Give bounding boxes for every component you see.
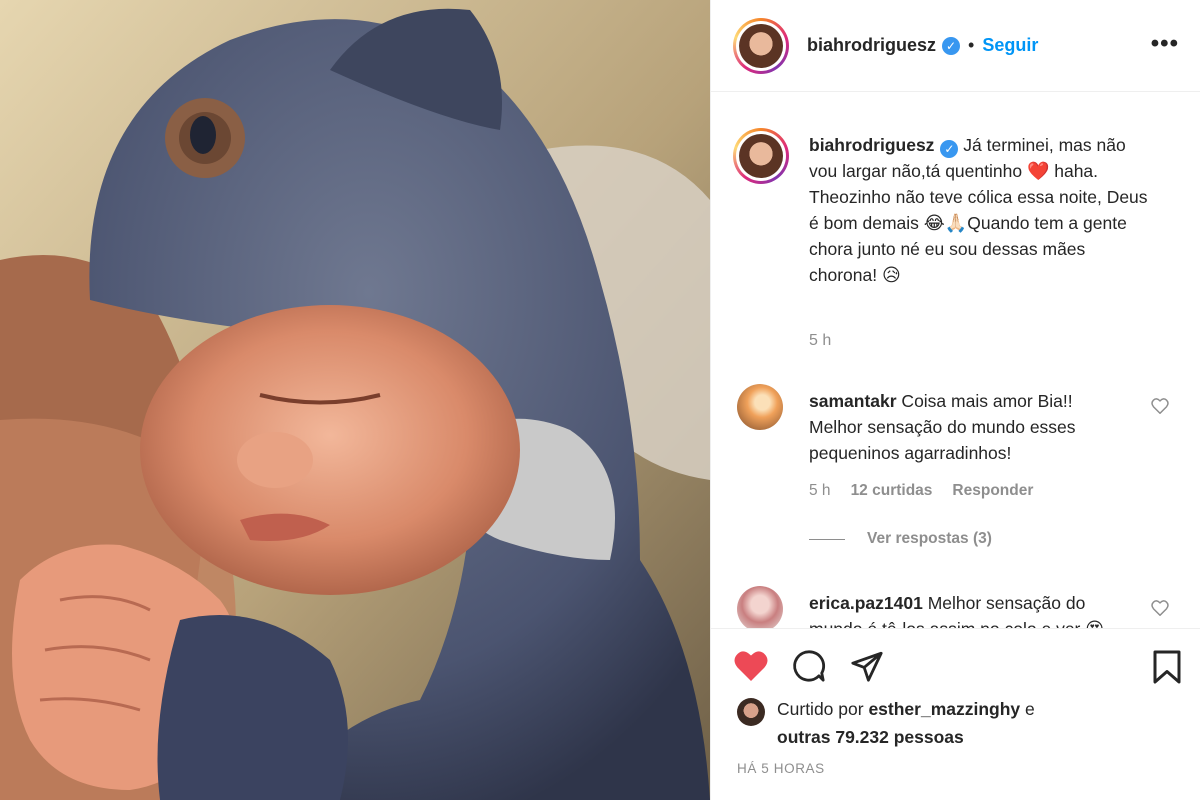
action-buttons	[733, 649, 885, 688]
commenter-username[interactable]: samantakr	[809, 391, 897, 411]
heart-emoji: ❤️	[1026, 161, 1050, 181]
post-side-panel: biahrodriguesz ✓ • Seguir ••• biahrodrig…	[710, 0, 1200, 800]
heart-eyes-emoji: 😍	[1085, 616, 1104, 628]
heart-icon[interactable]	[733, 649, 769, 688]
post-photo[interactable]	[0, 0, 710, 800]
bookmark-icon[interactable]	[1151, 649, 1183, 690]
comment-text: erica.paz1401 Melhor sensação do mundo é…	[809, 590, 1129, 628]
caption-text: biahrodriguesz ✓ Já terminei, mas não vou…	[809, 132, 1149, 288]
more-options-icon[interactable]: •••	[1151, 30, 1179, 58]
like-outline-icon[interactable]	[1151, 398, 1169, 419]
comment-icon[interactable]	[791, 649, 827, 688]
baby-photo-illustration	[0, 0, 710, 800]
comment-meta: 5 h 12 curtidas Responder	[809, 482, 1033, 500]
replies-divider	[809, 538, 845, 540]
reply-button[interactable]: Responder	[952, 482, 1033, 500]
caption-time[interactable]: 5 h	[809, 332, 831, 350]
comment-time[interactable]: 5 h	[809, 482, 831, 500]
sad-emoji: 😥	[881, 265, 901, 285]
post-actions-section: Curtido por esther_mazzinghy e outras 79…	[711, 628, 1200, 800]
comment-text: samantakr Coisa mais amor Bia!! Melhor s…	[809, 391, 1076, 463]
caption-username[interactable]: biahrodriguesz	[809, 135, 934, 155]
liker-avatar[interactable]	[737, 698, 765, 726]
commenter-avatar[interactable]	[737, 586, 783, 628]
comments-area[interactable]: biahrodriguesz ✓ Já terminei, mas não vou…	[711, 92, 1200, 628]
author-avatar[interactable]	[733, 17, 789, 74]
commenter-username[interactable]: erica.paz1401	[809, 593, 923, 613]
avatar-image	[739, 23, 783, 68]
pray-emoji: 🙏🏻	[944, 213, 968, 233]
post-header: biahrodriguesz ✓ • Seguir •••	[711, 0, 1200, 92]
separator-dot: •	[968, 35, 975, 55]
view-replies-button[interactable]: Ver respostas (3)	[809, 530, 992, 548]
verified-badge-icon: ✓	[942, 36, 961, 55]
caption-author-avatar[interactable]	[733, 128, 789, 184]
comment-likes[interactable]: 12 curtidas	[851, 482, 933, 500]
author-username[interactable]: biahrodriguesz	[807, 35, 936, 56]
likes-count[interactable]: outras 79.232 pessoas	[777, 727, 964, 747]
share-icon[interactable]	[849, 649, 885, 688]
like-outline-icon[interactable]	[1151, 600, 1169, 621]
verified-badge-icon: ✓	[940, 140, 959, 158]
liker-username[interactable]: esther_mazzinghy	[868, 699, 1020, 719]
follow-button[interactable]: Seguir	[982, 35, 1038, 56]
post-timestamp[interactable]: HÁ 5 HORAS	[737, 761, 825, 776]
commenter-avatar[interactable]	[737, 384, 783, 430]
laugh-emoji: 😂	[923, 213, 945, 233]
